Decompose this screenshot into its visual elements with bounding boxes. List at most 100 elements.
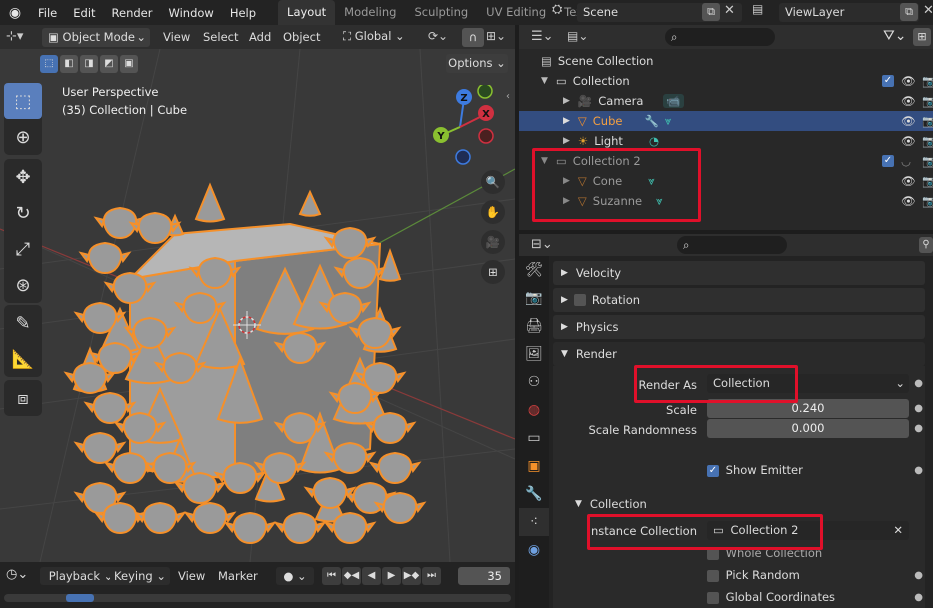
- keyframe-dot[interactable]: ●: [914, 403, 923, 414]
- sidebar-toggle-icon[interactable]: ‹: [506, 91, 510, 102]
- panel-velocity[interactable]: ▶ Velocity: [553, 261, 925, 285]
- rotation-checkbox[interactable]: [573, 294, 586, 306]
- rotate-tool-icon[interactable]: ↻: [4, 195, 42, 231]
- outliner-editor-icon[interactable]: ☰⌄: [531, 29, 554, 44]
- jump-end-icon[interactable]: ⏭: [422, 567, 441, 585]
- prev-keyframe-icon[interactable]: ◆◀: [342, 567, 361, 585]
- close-icon[interactable]: ✕: [893, 521, 903, 540]
- keyframe-dot[interactable]: ●: [914, 378, 923, 389]
- pin-icon[interactable]: ⚲: [919, 237, 933, 253]
- scale-randomness-field[interactable]: 0.000: [707, 419, 909, 438]
- gizmo-neg-z-icon[interactable]: [455, 149, 471, 165]
- display-mode-icon[interactable]: ▤⌄: [567, 29, 588, 43]
- record-button[interactable]: ● ⌄: [276, 567, 314, 585]
- render-camera-icon[interactable]: 📷: [922, 174, 933, 188]
- physics-tab-icon[interactable]: ◉: [519, 536, 549, 564]
- tab-sculpting[interactable]: Sculpting: [405, 0, 477, 25]
- camera-data-icon[interactable]: 📹: [663, 94, 684, 108]
- grid-view-icon[interactable]: ⊞: [481, 260, 505, 284]
- expand-arrow-icon[interactable]: ▼: [541, 76, 548, 86]
- viewport-menu-select[interactable]: Select: [203, 30, 238, 44]
- tab-layout[interactable]: Layout: [278, 0, 336, 25]
- panel-render[interactable]: ▼ Render: [553, 342, 925, 366]
- current-frame-field[interactable]: 35: [458, 567, 510, 585]
- visibility-eye-icon[interactable]: 👁: [901, 114, 916, 128]
- menu-edit[interactable]: Edit: [65, 6, 103, 20]
- outliner-row-scene-collection[interactable]: ▤ Scene Collection: [519, 51, 933, 71]
- options-dropdown[interactable]: Options ⌄: [446, 54, 508, 73]
- panel-physics[interactable]: ▶ Physics: [553, 315, 925, 339]
- select-new-icon[interactable]: ⬚: [40, 55, 58, 73]
- copy-view-layer-icon[interactable]: ⧉: [900, 3, 918, 21]
- scene-tab-icon[interactable]: ⚇: [519, 368, 549, 396]
- panel-rotation[interactable]: ▶ Rotation: [553, 288, 925, 312]
- expand-arrow-icon[interactable]: ▶: [563, 96, 570, 106]
- render-tab-icon[interactable]: 📷: [519, 284, 549, 312]
- view-layer-icon[interactable]: ▤: [752, 2, 776, 16]
- visibility-eye-icon[interactable]: 👁: [901, 174, 916, 188]
- play-reverse-icon[interactable]: ◀: [362, 567, 381, 585]
- timeline-scrollbar[interactable]: [4, 594, 511, 602]
- pick-random-toggle[interactable]: Pick Random: [707, 568, 800, 582]
- tool-tab-icon[interactable]: 🛠: [519, 256, 549, 284]
- outliner-row-cube[interactable]: ▶ ▽ Cube 🔧 ⩔ 👁 📷: [519, 111, 933, 131]
- close-scene-icon[interactable]: ✕: [724, 3, 742, 18]
- measure-tool-icon[interactable]: 📐: [4, 341, 42, 377]
- copy-scene-icon[interactable]: ⧉: [702, 3, 720, 21]
- annotate-tool-icon[interactable]: ✎: [4, 305, 42, 341]
- cursor-tool-icon[interactable]: ⊕: [4, 119, 42, 155]
- global-coordinates-checkbox[interactable]: [707, 591, 719, 604]
- wrench-modifier-icon[interactable]: 🔧: [644, 114, 658, 128]
- menu-window[interactable]: Window: [160, 6, 221, 20]
- render-camera-icon[interactable]: 📷: [922, 74, 933, 88]
- view-layer-field[interactable]: ViewLayer: [779, 3, 919, 22]
- select-box-tool-icon[interactable]: ⬚: [4, 83, 42, 119]
- gizmo-neg-x-icon[interactable]: [478, 128, 494, 144]
- collection-tab-icon[interactable]: ▭: [519, 424, 549, 452]
- expand-arrow-icon[interactable]: ▶: [563, 136, 570, 146]
- filter-icon[interactable]: ⛛⌄: [883, 28, 907, 44]
- gizmo-neg-y-icon[interactable]: [477, 85, 493, 99]
- render-camera-icon[interactable]: 📷: [922, 194, 933, 208]
- snap-icon[interactable]: ∩: [462, 28, 484, 47]
- modifier-tab-icon[interactable]: 🔧: [519, 480, 549, 508]
- scene-icon[interactable]: ⛭: [552, 2, 572, 22]
- select-extend-icon[interactable]: ◧: [60, 55, 78, 73]
- keying-dropdown[interactable]: Keying ⌄: [110, 567, 170, 585]
- timeline-editor-icon[interactable]: ◷⌄: [6, 567, 28, 582]
- new-collection-icon[interactable]: ⊞: [913, 28, 931, 46]
- hidden-eye-icon[interactable]: ◡: [901, 154, 911, 168]
- select-subtract-icon[interactable]: ◨: [80, 55, 98, 73]
- view-layer-tab-icon[interactable]: 🖼: [519, 340, 549, 368]
- subpanel-collection[interactable]: ▼ Collection: [567, 494, 925, 514]
- snap-target-icon[interactable]: ⊞⌄: [486, 29, 506, 43]
- mesh-data-icon[interactable]: ⩔: [665, 114, 672, 129]
- menu-render[interactable]: Render: [104, 6, 161, 20]
- tab-uv-editing[interactable]: UV Editing: [477, 0, 555, 25]
- visibility-eye-icon[interactable]: 👁: [901, 74, 916, 88]
- visibility-eye-icon[interactable]: 👁: [901, 194, 916, 208]
- next-keyframe-icon[interactable]: ▶◆: [402, 567, 421, 585]
- transform-orientation-dropdown[interactable]: ⛶ Global ⌄: [343, 29, 421, 47]
- properties-search-input[interactable]: ⌕: [677, 236, 787, 254]
- timeline-scroll-thumb[interactable]: [66, 594, 94, 602]
- timeline-menu-view[interactable]: View: [178, 569, 205, 583]
- select-intersect-icon[interactable]: ▣: [120, 55, 138, 73]
- keyframe-dot[interactable]: ●: [914, 465, 923, 476]
- scale-tool-icon[interactable]: ⤢: [4, 231, 42, 267]
- menu-file[interactable]: File: [30, 6, 65, 20]
- outliner-search-input[interactable]: ⌕: [665, 28, 775, 46]
- 3d-viewport[interactable]: ⊹▾ ▣ Object Mode ⌄ View Select Add Objec…: [0, 25, 515, 562]
- world-tab-icon[interactable]: ◍: [519, 396, 549, 424]
- pick-random-checkbox[interactable]: [707, 569, 719, 582]
- blender-logo-icon[interactable]: ◉: [0, 5, 30, 21]
- play-icon[interactable]: ▶: [382, 567, 401, 585]
- pan-hand-icon[interactable]: ✋: [481, 200, 505, 224]
- outliner-row-camera[interactable]: ▶ 🎥 Camera 📹 👁 📷: [519, 91, 933, 111]
- jump-start-icon[interactable]: ⏮: [322, 567, 341, 585]
- add-cube-tool-icon[interactable]: ⧈: [4, 380, 42, 416]
- visibility-eye-icon[interactable]: 👁: [901, 134, 916, 148]
- visibility-eye-icon[interactable]: 👁: [901, 94, 916, 108]
- show-emitter-checkbox[interactable]: ✓: [707, 464, 719, 477]
- outliner-row-collection[interactable]: ▼ ▭ Collection ✓ 👁 📷: [519, 71, 933, 91]
